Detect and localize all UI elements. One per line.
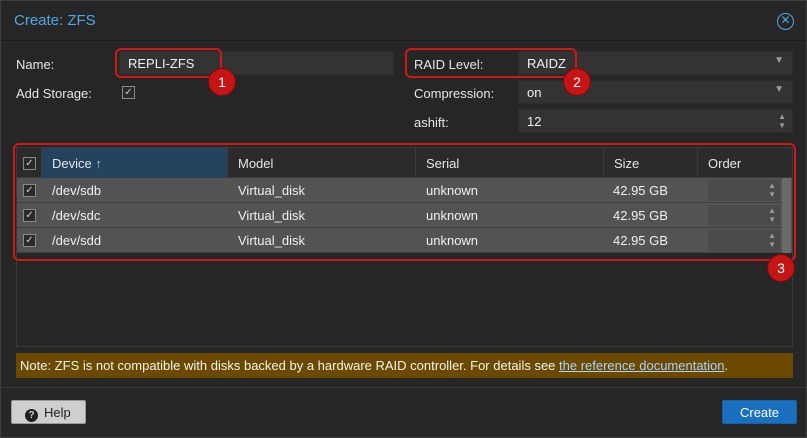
- create-zfs-dialog: Create: ZFS ✕ Name: REPLI-ZFS Add Storag…: [0, 0, 807, 438]
- callout-highlight-raid-level: [405, 48, 577, 78]
- name-label: Name:: [16, 57, 55, 72]
- ashift-spinner[interactable]: 12 ▲ ▼: [518, 109, 793, 133]
- create-button[interactable]: Create: [722, 400, 797, 424]
- compression-label: Compression:: [414, 86, 495, 101]
- zfs-hardware-raid-note: Note: ZFS is not compatible with disks b…: [16, 353, 793, 378]
- help-label: Help: [44, 405, 71, 420]
- dialog-titlebar: Create: ZFS ✕: [1, 1, 806, 41]
- question-mark-icon: ?: [25, 409, 38, 422]
- add-storage-label: Add Storage:: [16, 86, 92, 101]
- ashift-value: 12: [527, 114, 542, 129]
- help-button[interactable]: ? Help: [11, 400, 86, 424]
- callout-badge-1: 1: [208, 68, 236, 96]
- compression-value: on: [527, 85, 542, 100]
- note-text: Note: ZFS is not compatible with disks b…: [20, 358, 560, 373]
- dialog-title: Create: ZFS: [14, 12, 96, 29]
- callout-highlight-disk-grid: [13, 143, 796, 261]
- ashift-label: ashift:: [414, 115, 449, 130]
- callout-badge-2: 2: [563, 68, 591, 96]
- dialog-footer: ? Help Create: [1, 387, 806, 437]
- callout-badge-3: 3: [767, 254, 795, 282]
- chevron-down-icon: ▼: [774, 55, 784, 66]
- callout-highlight-name: [115, 48, 222, 78]
- spinner-arrows-icon[interactable]: ▲ ▼: [778, 112, 786, 130]
- reference-documentation-link[interactable]: the reference documentation: [559, 358, 725, 373]
- add-storage-checkbox[interactable]: ✓: [122, 86, 135, 99]
- chevron-down-icon: ▼: [774, 84, 784, 95]
- compression-select[interactable]: on ▼: [518, 80, 793, 104]
- close-icon[interactable]: ✕: [777, 13, 794, 30]
- note-suffix: .: [724, 358, 729, 373]
